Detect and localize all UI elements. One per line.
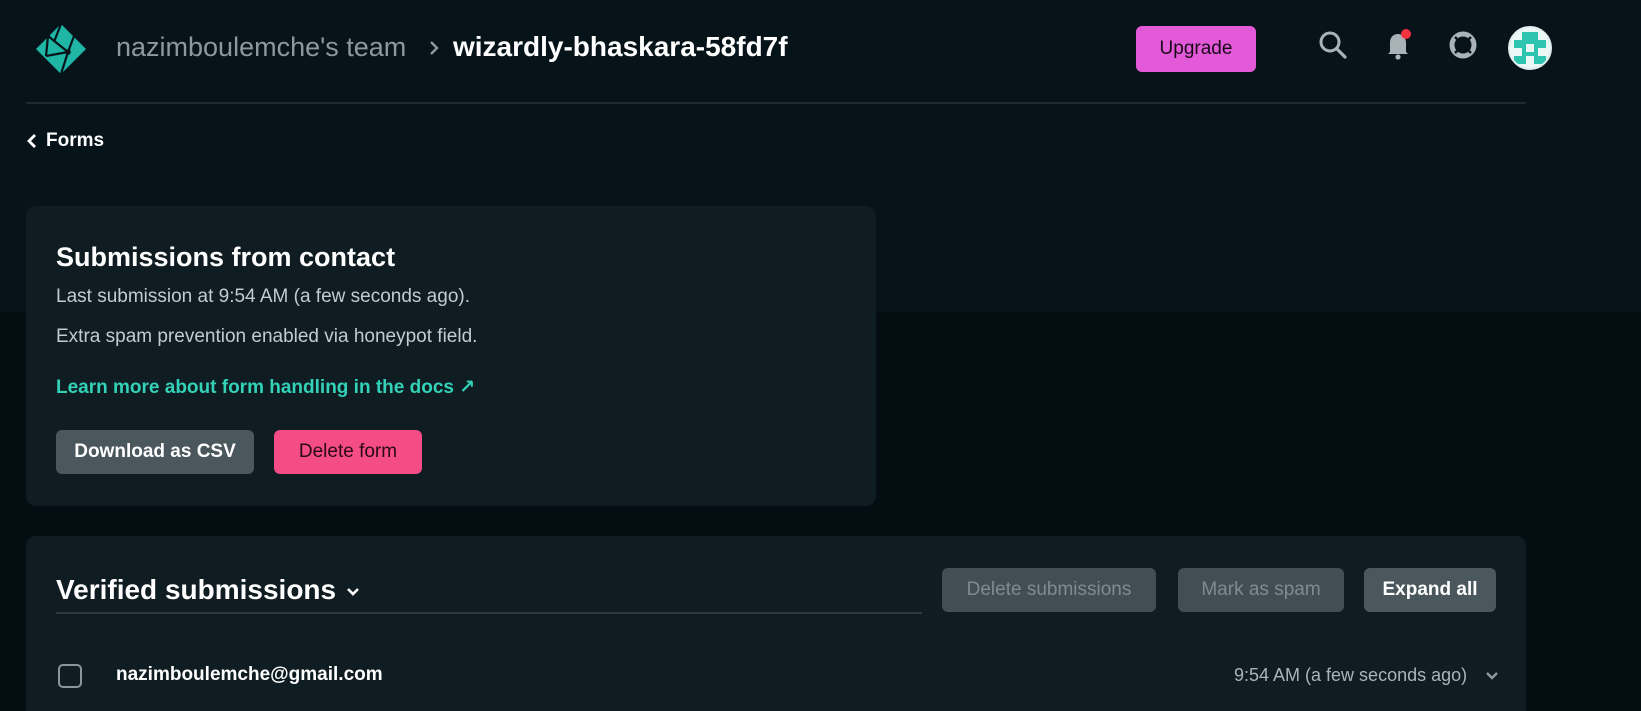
submissions-filter-dropdown[interactable]: Verified submissions bbox=[56, 574, 360, 606]
search-icon[interactable] bbox=[1316, 28, 1350, 62]
upgrade-button[interactable]: Upgrade bbox=[1136, 26, 1256, 72]
spam-note-text: Extra spam prevention enabled via honeyp… bbox=[56, 326, 478, 347]
identicon-icon bbox=[1510, 28, 1550, 68]
submission-time: 9:54 AM (a few seconds ago) bbox=[1234, 665, 1468, 685]
submissions-title: Verified submissions bbox=[56, 574, 337, 605]
site-name[interactable]: wizardly-bhaskara-58fd7f bbox=[453, 31, 788, 63]
expand-all-button[interactable]: Expand all bbox=[1364, 568, 1496, 612]
chevron-left-icon bbox=[27, 134, 36, 148]
submission-checkbox[interactable] bbox=[58, 664, 82, 688]
bell-icon[interactable] bbox=[1381, 28, 1415, 62]
chevron-down-icon bbox=[347, 588, 360, 596]
delete-submissions-button[interactable]: Delete submissions bbox=[942, 568, 1156, 612]
netlify-logo-icon[interactable] bbox=[34, 22, 88, 76]
divider bbox=[56, 612, 922, 614]
site-header: nazimboulemche's team wizardly-bhaskara-… bbox=[26, 0, 1552, 104]
notification-dot bbox=[1401, 29, 1411, 39]
last-submission-text: Last submission at 9:54 AM (a few second… bbox=[56, 286, 470, 307]
docs-link[interactable]: Learn more about form handling in the do… bbox=[56, 376, 475, 399]
form-info-card: Submissions from contact Last submission… bbox=[26, 206, 876, 506]
form-title: Submissions from contact bbox=[56, 242, 396, 272]
back-to-forms-link[interactable]: Forms bbox=[26, 130, 104, 152]
lifebuoy-help-icon[interactable] bbox=[1446, 28, 1480, 62]
breadcrumb-team[interactable]: nazimboulemche's team bbox=[116, 32, 406, 63]
submission-email[interactable]: nazimboulemche@gmail.com bbox=[116, 664, 383, 686]
back-link-label: Forms bbox=[46, 130, 105, 151]
chevron-down-icon[interactable] bbox=[1484, 668, 1500, 684]
chevron-right-icon bbox=[430, 41, 439, 55]
download-csv-button[interactable]: Download as CSV bbox=[56, 430, 254, 474]
mark-as-spam-button[interactable]: Mark as spam bbox=[1178, 568, 1344, 612]
delete-form-button[interactable]: Delete form bbox=[274, 430, 422, 474]
submissions-card: Verified submissions Delete submissions … bbox=[26, 536, 1526, 711]
avatar[interactable] bbox=[1508, 26, 1552, 70]
